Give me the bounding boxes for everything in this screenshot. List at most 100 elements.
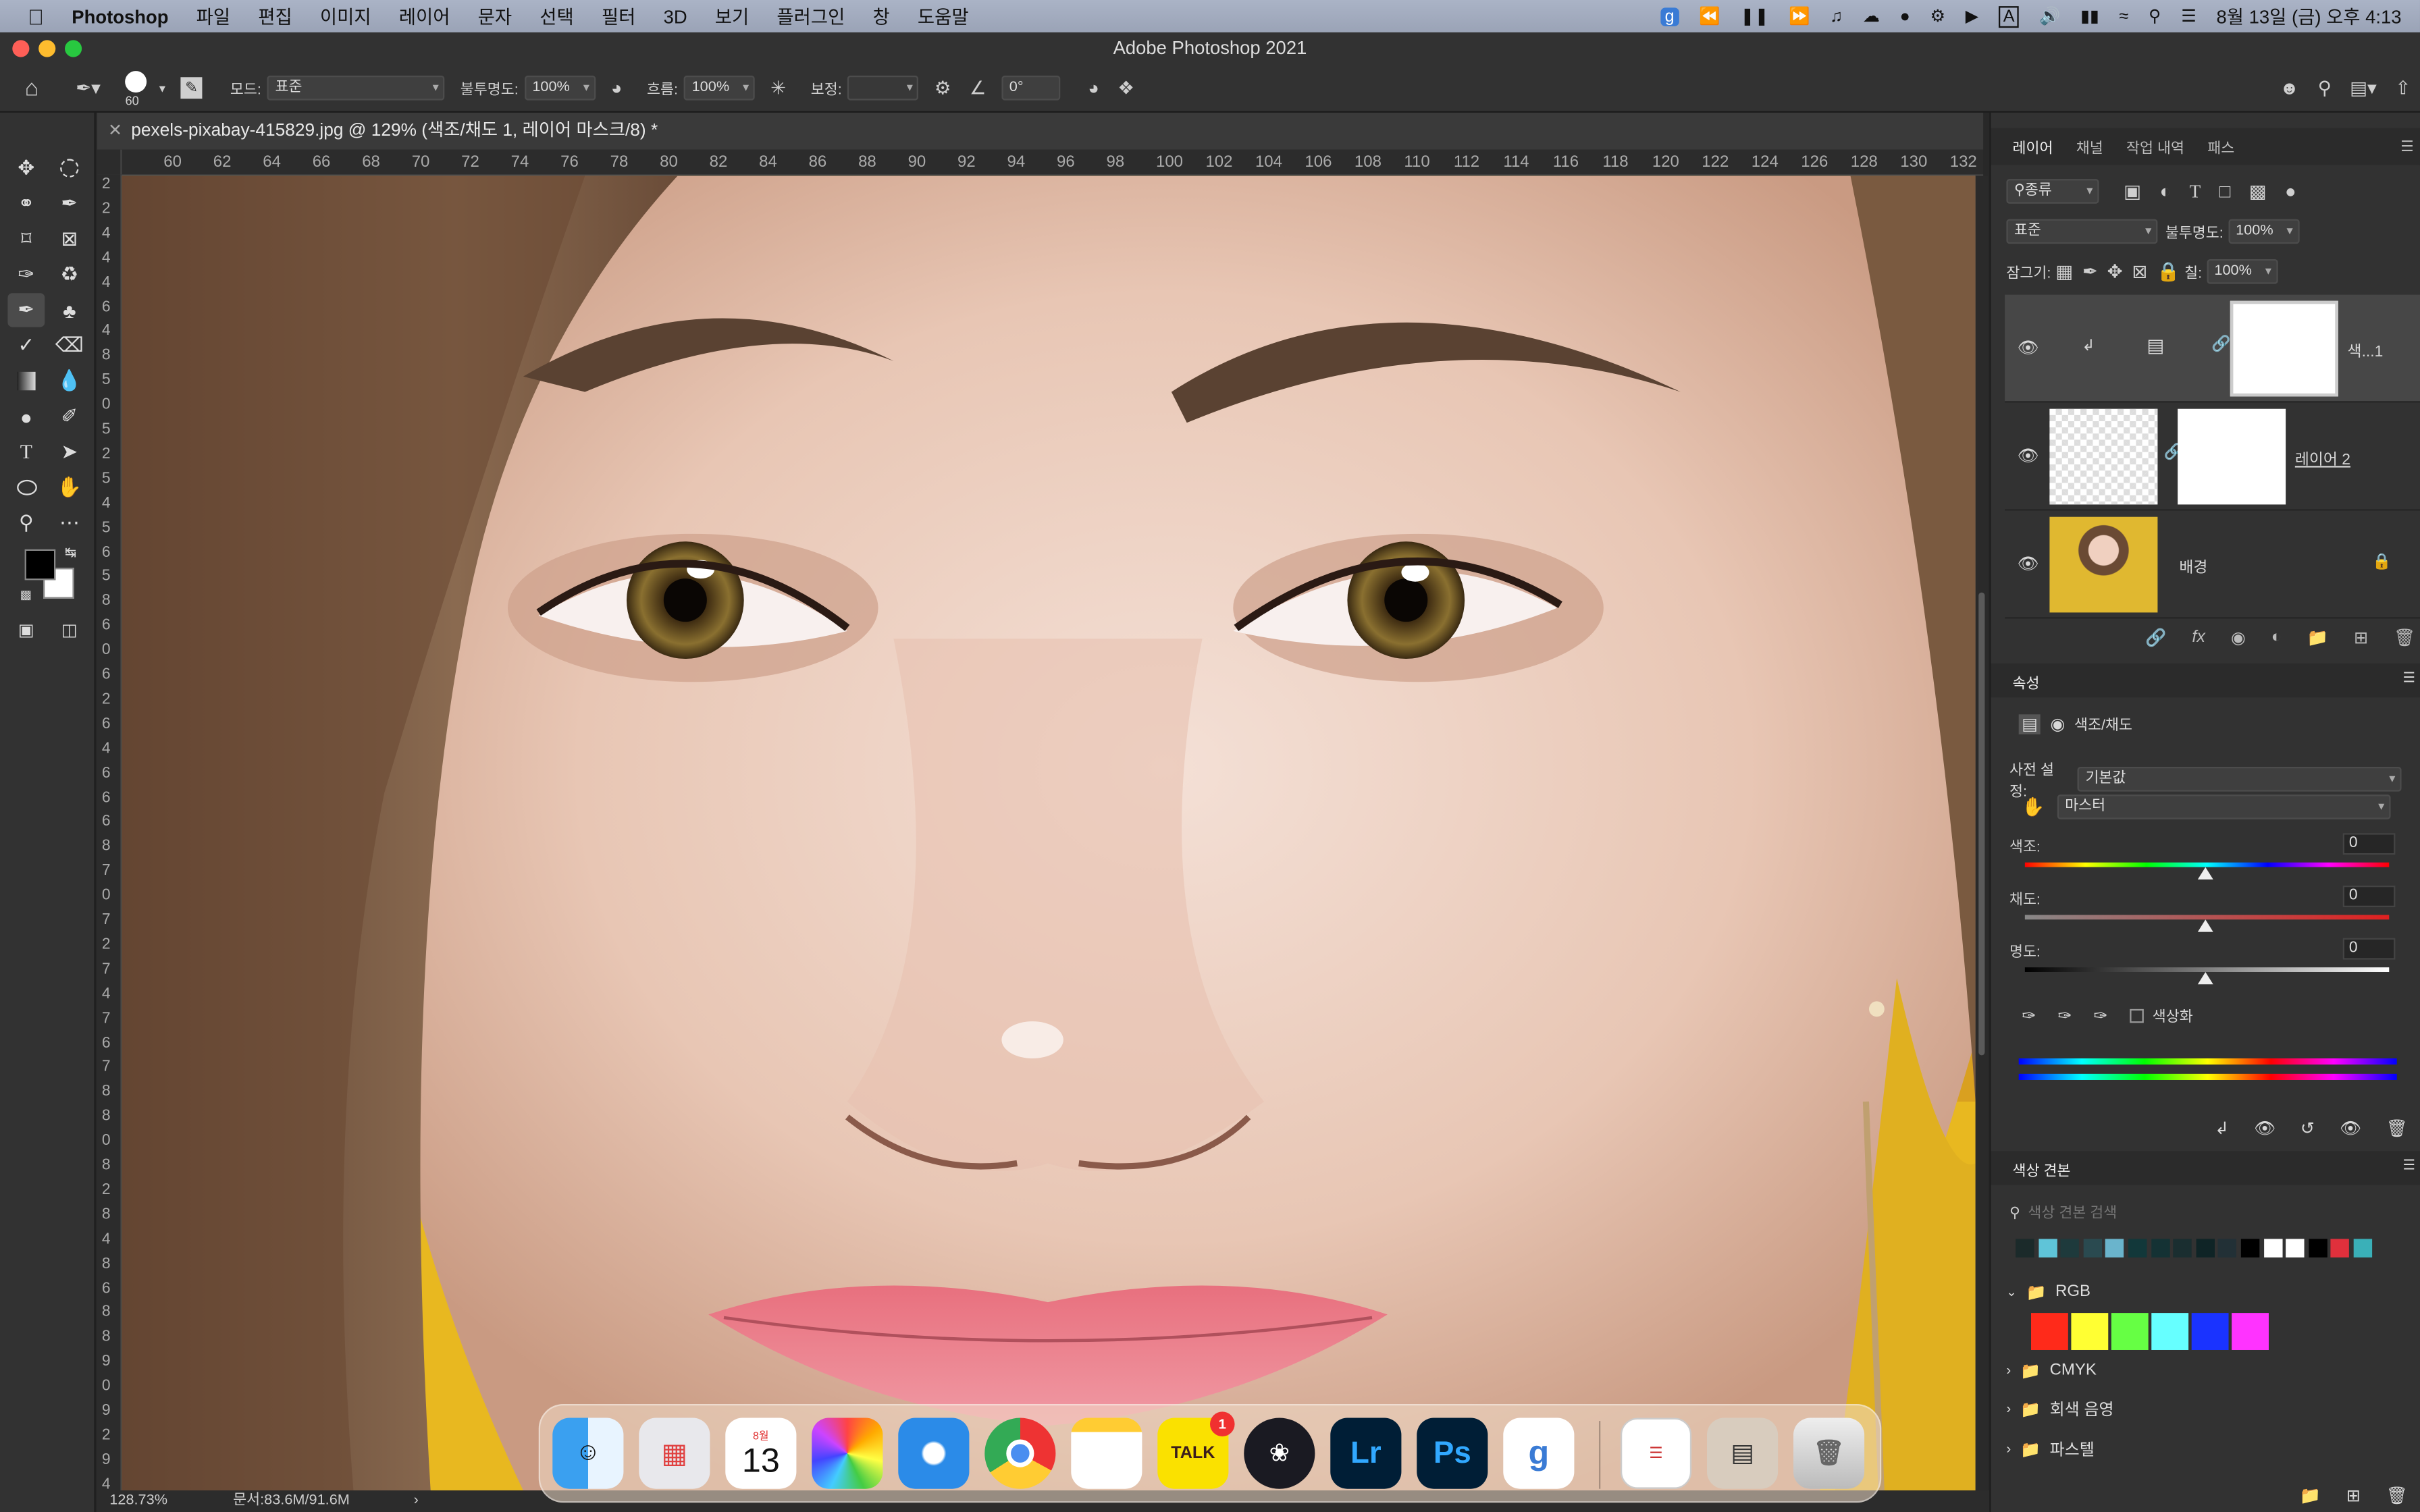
document-thumbnail-icon[interactable]: ☰ <box>1620 1418 1692 1489</box>
tab-layers[interactable]: 레이어 <box>2013 136 2053 157</box>
layer-name[interactable]: 색...1 <box>2348 338 2384 361</box>
clip-to-layer-icon[interactable]: ↲ <box>2215 1118 2229 1138</box>
lightness-input[interactable]: 0 <box>2342 938 2396 960</box>
layer-filter-select[interactable]: ⚲종류 ▾ <box>2006 179 2099 204</box>
color-swatch[interactable] <box>2128 1239 2147 1258</box>
fill-input[interactable]: 100% ▾ <box>2206 259 2278 284</box>
downloads-stack-icon[interactable]: ▤ <box>1706 1418 1779 1489</box>
tab-channels[interactable]: 채널 <box>2076 136 2103 157</box>
control-center-icon[interactable]: ☰ <box>2181 6 2197 26</box>
filter-toggle-icon[interactable]: ● <box>2285 180 2296 202</box>
default-colors-icon[interactable]: ▩ <box>20 588 32 602</box>
foreground-color-swatch[interactable] <box>24 549 56 580</box>
fast-forward-icon[interactable]: ⏩ <box>1789 6 1810 26</box>
menu-help[interactable]: 도움말 <box>903 3 982 30</box>
layer-name[interactable]: 레이어 2 <box>2295 446 2350 469</box>
gear-icon[interactable]: ⚙ <box>935 77 951 99</box>
hand-tool-icon[interactable]: ✋ <box>51 470 88 504</box>
close-window-button[interactable] <box>12 40 30 57</box>
swatches-title[interactable]: 색상 견본 <box>2013 1159 2071 1180</box>
spotlight-search-icon[interactable]: ⚲ <box>2149 6 2161 26</box>
menu-type[interactable]: 문자 <box>464 3 526 30</box>
eyedropper-plus-icon[interactable]: ✑ <box>2057 1005 2072 1025</box>
new-layer-icon[interactable]: ⊞ <box>2354 628 2368 655</box>
chevron-down-icon[interactable]: ▾ <box>159 81 165 95</box>
mask-link-icon[interactable]: 🔗 <box>2211 336 2230 353</box>
menu-edit[interactable]: 편집 <box>244 3 307 30</box>
layer-row-background[interactable]: 👁 배경 🔒 <box>2005 511 2420 619</box>
color-swatch[interactable] <box>2353 1239 2373 1258</box>
menubar-clock[interactable]: 8월 13일 (금) 오후 4:13 <box>2216 3 2401 30</box>
path-selection-tool-icon[interactable]: ➤ <box>51 435 88 469</box>
menu-select[interactable]: 선택 <box>526 3 588 30</box>
clone-stamp-tool-icon[interactable]: ♣ <box>51 293 88 327</box>
healing-brush-tool-icon[interactable]: ♻ <box>51 258 88 292</box>
lock-image-icon[interactable]: ✒ <box>2082 261 2098 282</box>
brush-size-picker[interactable]: 60 <box>119 68 159 108</box>
layer-mask-thumbnail[interactable] <box>2178 408 2286 505</box>
layer-row-hue-saturation[interactable]: 👁 ↲ ▤ 🔗 색...1 <box>2005 294 2420 403</box>
lyrics-icon[interactable]: ♫ <box>1830 7 1843 25</box>
filter-shape-icon[interactable]: □ <box>2219 180 2231 202</box>
hue-input[interactable]: 0 <box>2342 833 2396 855</box>
grammarly-icon[interactable]: g <box>1660 7 1679 26</box>
image-canvas[interactable] <box>122 176 1976 1490</box>
tab-history[interactable]: 작업 내역 <box>2126 136 2184 157</box>
gradient-tool-icon[interactable] <box>7 364 45 398</box>
pen-tool-icon[interactable]: ✐ <box>51 400 88 433</box>
flow-input[interactable]: 100% ▾ <box>684 75 756 101</box>
menu-view[interactable]: 보기 <box>701 3 763 30</box>
blur-tool-icon[interactable]: 💧 <box>51 364 88 398</box>
hue-slider-thumb[interactable] <box>2197 867 2213 880</box>
chevron-right-icon[interactable]: › <box>414 1490 419 1512</box>
trash-icon[interactable]: 🗑 <box>2386 1486 2408 1505</box>
menu-filter[interactable]: 필터 <box>587 3 650 30</box>
marquee-tool-icon[interactable] <box>51 151 88 185</box>
angle-icon[interactable]: ∠ <box>970 77 987 99</box>
chrome-icon[interactable] <box>984 1418 1056 1489</box>
saturation-input[interactable]: 0 <box>2342 885 2396 907</box>
color-swatch[interactable] <box>2083 1239 2102 1258</box>
safari-icon[interactable]: ➤ <box>898 1418 970 1489</box>
history-brush-tool-icon[interactable]: ✓ <box>7 329 45 362</box>
app-menu[interactable]: Photoshop <box>58 5 182 27</box>
swap-colors-icon[interactable]: ↹ <box>65 545 76 562</box>
share-user-icon[interactable]: ☻ <box>2280 77 2299 99</box>
eyedropper-icon[interactable]: ✑ <box>2022 1005 2036 1025</box>
angle-input[interactable]: 0° <box>1001 75 1061 101</box>
lock-position-icon[interactable]: ✥ <box>2107 261 2123 282</box>
zoom-tool-icon[interactable]: ⚲ <box>7 506 45 540</box>
color-swatch[interactable] <box>2030 1313 2068 1350</box>
properties-title[interactable]: 속성 <box>2013 671 2040 693</box>
lightroom-icon[interactable]: Lr <box>1330 1418 1402 1489</box>
chevron-down-icon[interactable]: ⌄ <box>2006 1285 2016 1299</box>
menu-layer[interactable]: 레이어 <box>385 3 464 30</box>
hue-slider-track[interactable] <box>2024 862 2390 867</box>
filter-pixel-icon[interactable]: ▣ <box>2124 180 2141 202</box>
search-icon[interactable]: ⚲ <box>2318 77 2332 99</box>
davinci-resolve-icon[interactable]: ❀ <box>1244 1418 1315 1489</box>
lock-artboard-icon[interactable]: ⊠ <box>2132 261 2147 282</box>
crop-tool-icon[interactable]: ⌑ <box>7 222 45 256</box>
swatch-group-grayscale[interactable]: › 📁 회색 음영 <box>2006 1395 2113 1422</box>
layer-mask-thumbnail[interactable] <box>2230 300 2338 397</box>
color-swatch[interactable] <box>2240 1239 2260 1258</box>
lightness-slider-track[interactable] <box>2024 967 2390 972</box>
rewind-icon[interactable]: ⏪ <box>1699 6 1720 26</box>
menu-3d[interactable]: 3D <box>650 5 701 27</box>
color-swatch[interactable] <box>2071 1313 2109 1350</box>
smoothing-input[interactable]: ▾ <box>847 75 920 101</box>
visibility-eye-icon[interactable]: 👁 <box>2017 446 2038 466</box>
kakaotalk-icon[interactable]: TALK 1 <box>1157 1411 1235 1489</box>
chevron-right-icon[interactable]: › <box>2006 1441 2011 1457</box>
lock-icon[interactable]: 🔒 <box>2372 554 2391 571</box>
folder-icon[interactable]: 📁 <box>2300 1486 2321 1505</box>
brush-settings-icon[interactable]: ✎ <box>180 77 203 99</box>
color-swatch[interactable] <box>2105 1239 2125 1258</box>
link-layers-icon[interactable]: 🔗 <box>2145 628 2166 655</box>
opacity-input[interactable]: 100% ▾ <box>524 75 596 101</box>
calendar-icon[interactable]: 8월 13 <box>725 1418 797 1489</box>
add-mask-icon[interactable]: ◉ <box>2231 628 2246 655</box>
messages-icon[interactable]: ● <box>1900 7 1910 25</box>
ellipse-tool-icon[interactable] <box>7 470 45 504</box>
